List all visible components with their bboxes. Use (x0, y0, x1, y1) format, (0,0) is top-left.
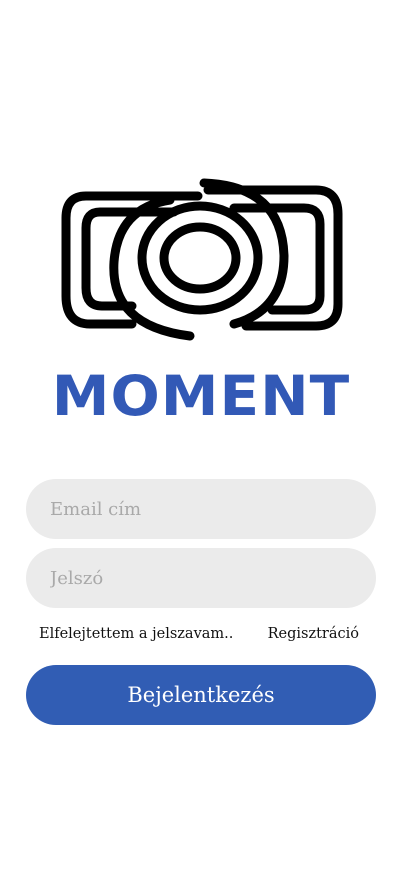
camera-lens-logo-icon (61, 178, 343, 341)
forgot-password-link[interactable]: Elfelejtettem a jelszavam.. (39, 626, 233, 642)
email-input[interactable] (26, 479, 376, 539)
login-button[interactable]: Bejelentkezés (26, 665, 376, 725)
brand-name: MOMENT (51, 363, 351, 429)
register-link[interactable]: Regisztráció (268, 626, 359, 642)
password-input[interactable] (26, 548, 376, 608)
